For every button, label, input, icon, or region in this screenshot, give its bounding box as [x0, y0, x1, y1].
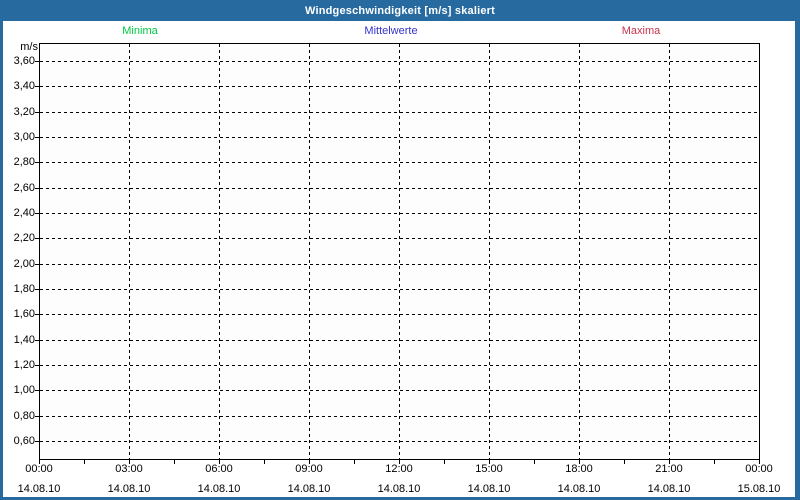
y-tick-label: 0,60 — [13, 434, 35, 447]
y-tick-mark — [35, 86, 39, 88]
x-tick-time-label: 21:00 — [655, 463, 683, 475]
y-tick-mark — [35, 364, 39, 366]
x-tick-mark — [174, 460, 175, 464]
y-tick-label: 3,60 — [13, 55, 35, 67]
x-tick-time-label: 18:00 — [565, 463, 593, 475]
y-tick-label: 2,40 — [13, 206, 35, 219]
v-gridline — [489, 44, 490, 459]
legend-item-mittelwerte: Mittelwerte — [364, 25, 418, 37]
y-tick-mark — [35, 162, 39, 164]
x-tick-date-label: 14.08.10 — [17, 483, 61, 495]
x-tick-date-label: 14.08.10 — [107, 483, 151, 495]
x-tick-mark — [534, 460, 535, 464]
y-tick-label: 1,80 — [13, 282, 35, 295]
y-axis-unit-label: m/s — [20, 41, 38, 53]
y-tick-mark — [35, 314, 39, 316]
x-tick-time-label: 15:00 — [475, 463, 503, 475]
x-tick-date-label: 14.08.10 — [467, 483, 511, 495]
x-tick-mark — [444, 460, 445, 464]
y-tick-label: 2,20 — [13, 232, 35, 245]
window-titlebar[interactable]: Windgeschwindigkeit [m/s] skaliert — [0, 0, 800, 21]
x-tick-mark — [264, 460, 265, 464]
y-tick-mark — [35, 238, 39, 240]
x-tick-date-label: 14.08.10 — [557, 483, 601, 495]
y-tick-label: 1,60 — [13, 308, 35, 321]
y-tick-mark — [35, 61, 39, 62]
x-tick-date-label: 14.08.10 — [197, 483, 241, 495]
y-tick-label: 0,80 — [13, 409, 35, 422]
x-tick-time-label: 00:00 — [25, 463, 53, 475]
x-tick-mark — [354, 460, 355, 464]
y-tick-label: 1,00 — [13, 384, 35, 397]
x-tick-date-label: 14.08.10 — [647, 483, 691, 495]
x-tick-time-label: 12:00 — [385, 463, 413, 475]
y-tick-mark — [35, 187, 39, 189]
y-tick-label: 1,20 — [13, 358, 35, 371]
y-tick-mark — [35, 263, 39, 265]
y-tick-label: 2,00 — [13, 257, 35, 270]
y-tick-label: 3,40 — [13, 80, 35, 93]
y-tick-mark — [35, 288, 39, 290]
plot-area — [39, 43, 760, 460]
v-gridline — [399, 44, 400, 459]
x-tick-date-label: 14.08.10 — [287, 483, 331, 495]
y-tick-label: 1,40 — [13, 333, 35, 346]
y-tick-label: 3,00 — [13, 130, 35, 143]
v-gridline — [129, 44, 130, 459]
x-tick-date-label: 14.08.10 — [377, 483, 421, 495]
window-title: Windgeschwindigkeit [m/s] skaliert — [304, 4, 496, 17]
x-tick-mark — [624, 460, 625, 464]
v-gridline — [309, 44, 310, 459]
y-tick-label: 2,80 — [13, 156, 35, 169]
v-gridline — [579, 44, 580, 459]
legend-item-minima: Minima — [122, 25, 158, 37]
y-tick-mark — [35, 111, 39, 113]
window-border-left — [0, 21, 3, 500]
window-border-right — [795, 21, 800, 500]
y-tick-mark — [35, 212, 39, 214]
y-tick-mark — [35, 339, 39, 341]
x-tick-time-label: 00:00 — [745, 463, 773, 475]
x-tick-mark — [84, 460, 85, 464]
x-tick-mark — [714, 460, 715, 464]
y-tick-mark — [35, 390, 39, 392]
y-tick-label: 3,20 — [13, 105, 35, 118]
y-tick-mark — [35, 136, 39, 138]
v-gridline — [219, 44, 220, 459]
y-tick-mark — [35, 440, 39, 442]
legend-item-maxima: Maxima — [621, 25, 661, 37]
x-tick-time-label: 09:00 — [295, 463, 323, 475]
x-tick-time-label: 06:00 — [205, 463, 233, 475]
x-tick-time-label: 03:00 — [115, 463, 143, 475]
y-tick-label: 2,60 — [13, 181, 35, 194]
v-gridline — [669, 44, 670, 459]
x-tick-date-label: 15.08.10 — [737, 483, 781, 495]
chart-window: Windgeschwindigkeit [m/s] skaliert Minim… — [0, 0, 800, 500]
y-tick-mark — [35, 415, 39, 417]
